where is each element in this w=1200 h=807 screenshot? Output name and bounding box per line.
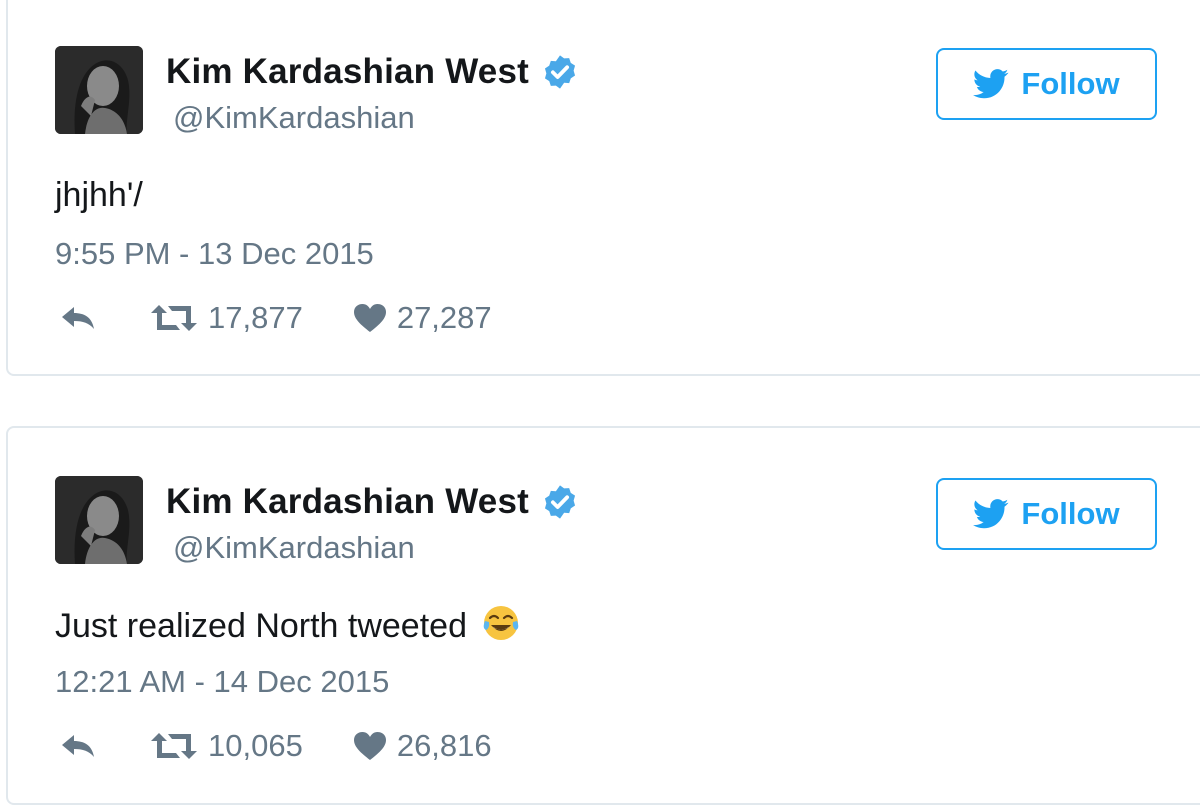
- verified-badge-icon: [544, 55, 576, 89]
- retweet-button[interactable]: 17,877: [150, 300, 303, 336]
- retweet-count: 10,065: [208, 728, 303, 763]
- reply-icon: [62, 735, 94, 757]
- twitter-bird-icon: [973, 499, 1009, 529]
- tweet-card: Kim Kardashian West @KimKardashian Follo…: [6, 0, 1200, 376]
- tweet-card: Kim Kardashian West @KimKardashian Follo…: [6, 426, 1200, 805]
- like-count: 27,287: [396, 300, 492, 335]
- retweet-count: 17,877: [208, 300, 303, 335]
- retweet-icon: [151, 733, 197, 759]
- tweet-actions: 17,877 27,287: [58, 300, 492, 336]
- avatar[interactable]: [55, 46, 143, 134]
- heart-icon: [353, 732, 386, 760]
- tweet-text-row: Just realized North tweeted: [55, 604, 520, 646]
- reply-button[interactable]: [58, 731, 98, 761]
- follow-label: Follow: [1021, 496, 1120, 531]
- tweet-text: jhjhh'/: [55, 176, 143, 214]
- tweet-timestamp[interactable]: 12:21 AM - 14 Dec 2015: [55, 664, 389, 700]
- avatar[interactable]: [55, 476, 143, 564]
- like-button[interactable]: 27,287: [353, 300, 492, 336]
- author-name-row: Kim Kardashian West: [166, 482, 579, 522]
- reply-icon: [62, 307, 94, 329]
- tears-of-joy-emoji-icon: [484, 606, 519, 640]
- heart-icon: [353, 304, 386, 332]
- reply-button[interactable]: [58, 303, 98, 333]
- follow-button[interactable]: Follow: [936, 48, 1157, 120]
- tweet-text: Just realized North tweeted: [55, 607, 467, 645]
- follow-button[interactable]: Follow: [936, 478, 1157, 550]
- verified-badge-icon: [544, 485, 576, 519]
- retweet-button[interactable]: 10,065: [150, 728, 303, 764]
- twitter-bird-icon: [973, 69, 1009, 99]
- tweet-actions: 10,065 26,816: [58, 728, 492, 764]
- like-count: 26,816: [396, 728, 492, 763]
- author-name[interactable]: Kim Kardashian West: [166, 482, 529, 522]
- tweet-timestamp[interactable]: 9:55 PM - 13 Dec 2015: [55, 236, 374, 272]
- author-name-row: Kim Kardashian West: [166, 52, 579, 92]
- author-handle[interactable]: @KimKardashian: [173, 530, 415, 566]
- author-handle[interactable]: @KimKardashian: [173, 100, 415, 136]
- follow-label: Follow: [1021, 66, 1120, 101]
- retweet-icon: [151, 305, 197, 331]
- like-button[interactable]: 26,816: [353, 728, 492, 764]
- author-name[interactable]: Kim Kardashian West: [166, 52, 529, 92]
